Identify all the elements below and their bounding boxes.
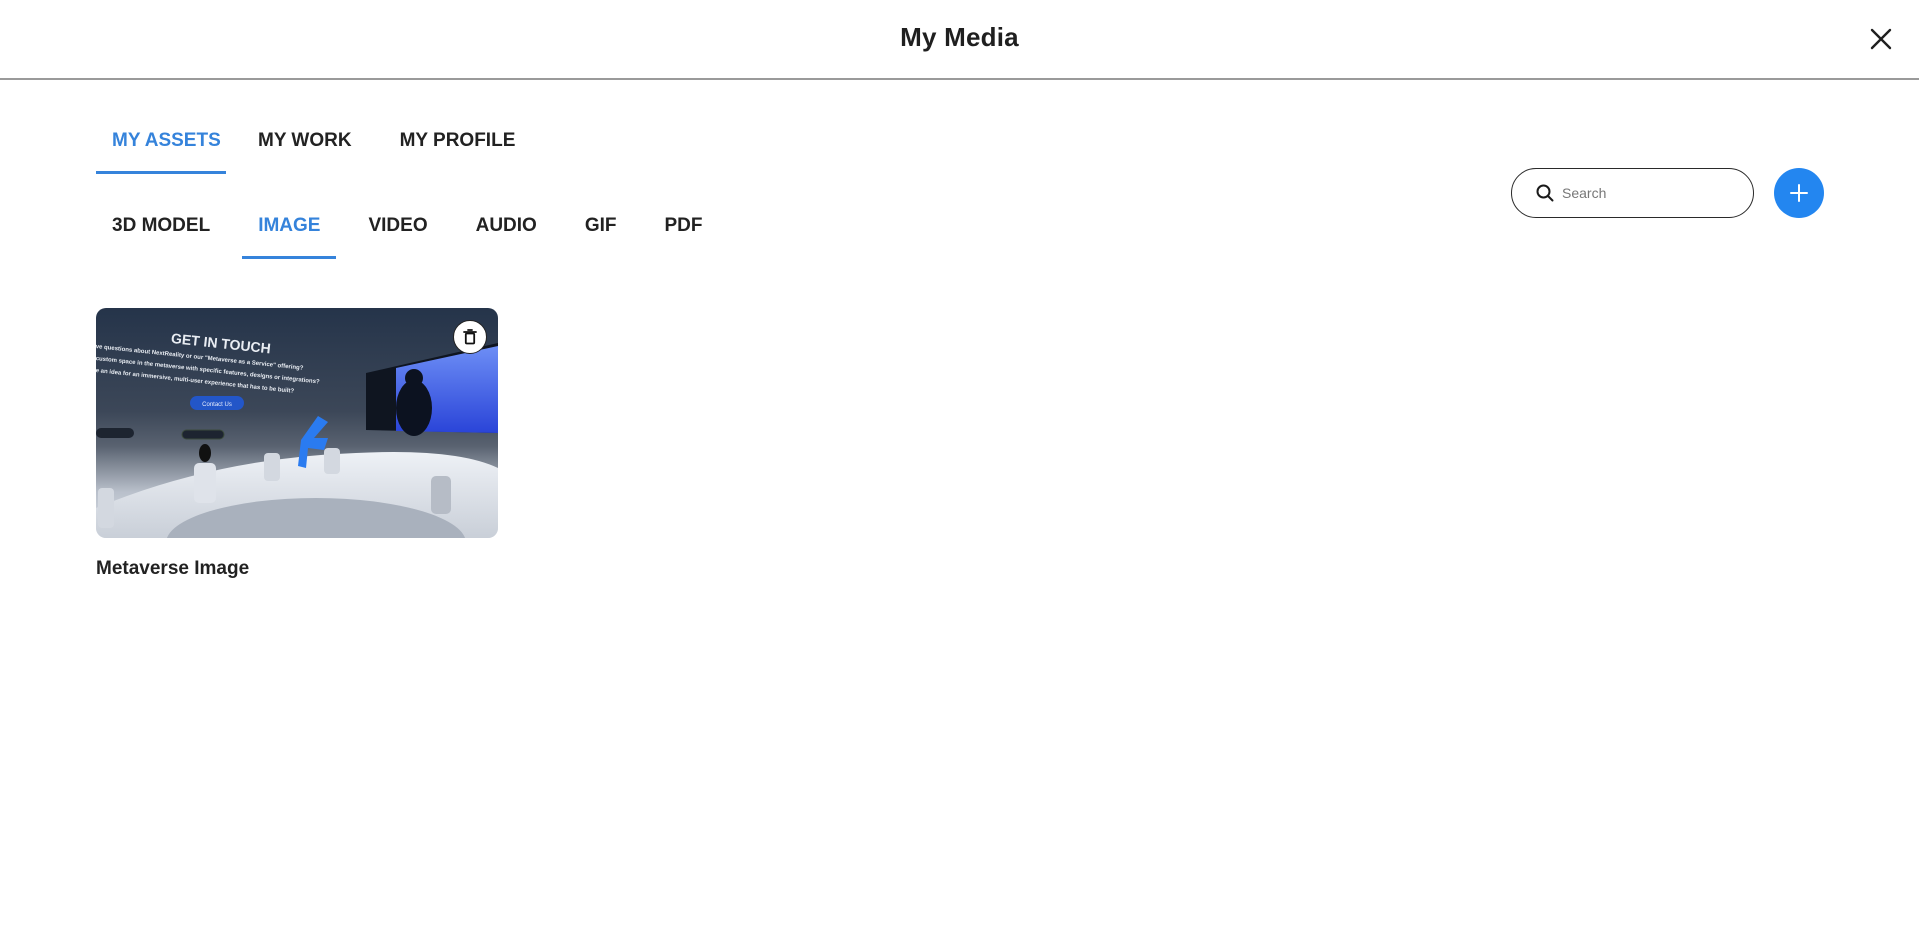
tab-3d-model[interactable]: 3D MODEL [96, 213, 226, 259]
tab-pdf[interactable]: PDF [649, 213, 719, 259]
asset-thumbnail[interactable]: Contact Us GET IN TOUCH ve questions abo… [96, 308, 498, 538]
tab-gif[interactable]: GIF [569, 213, 633, 259]
metaverse-scene-illustration: Contact Us [96, 343, 498, 538]
search-icon [1536, 184, 1554, 202]
add-media-button[interactable] [1774, 168, 1824, 218]
delete-asset-button[interactable] [453, 320, 487, 354]
tab-my-profile[interactable]: MY PROFILE [384, 128, 532, 174]
thumbnail-contact-label: Contact Us [202, 402, 232, 408]
media-type-tabs: 3D MODEL IMAGE VIDEO AUDIO GIF PDF [96, 213, 735, 259]
close-button[interactable] [1866, 24, 1896, 54]
tab-my-assets[interactable]: MY ASSETS [96, 128, 226, 174]
asset-title: Metaverse Image [96, 558, 250, 579]
tab-my-work[interactable]: MY WORK [242, 128, 368, 174]
tab-image[interactable]: IMAGE [242, 213, 337, 259]
trash-icon [463, 329, 477, 345]
search-field[interactable] [1511, 168, 1754, 218]
modal-header: My Media [0, 0, 1919, 80]
primary-tabs: MY ASSETS MY WORK MY PROFILE [96, 128, 547, 174]
asset-card: Contact Us GET IN TOUCH ve questions abo… [96, 308, 498, 580]
page-title: My Media [900, 22, 1019, 52]
tab-video[interactable]: VIDEO [352, 213, 443, 259]
tab-audio[interactable]: AUDIO [460, 213, 553, 259]
search-input[interactable] [1562, 185, 1732, 201]
close-icon [1870, 28, 1892, 50]
plus-icon [1790, 184, 1808, 202]
